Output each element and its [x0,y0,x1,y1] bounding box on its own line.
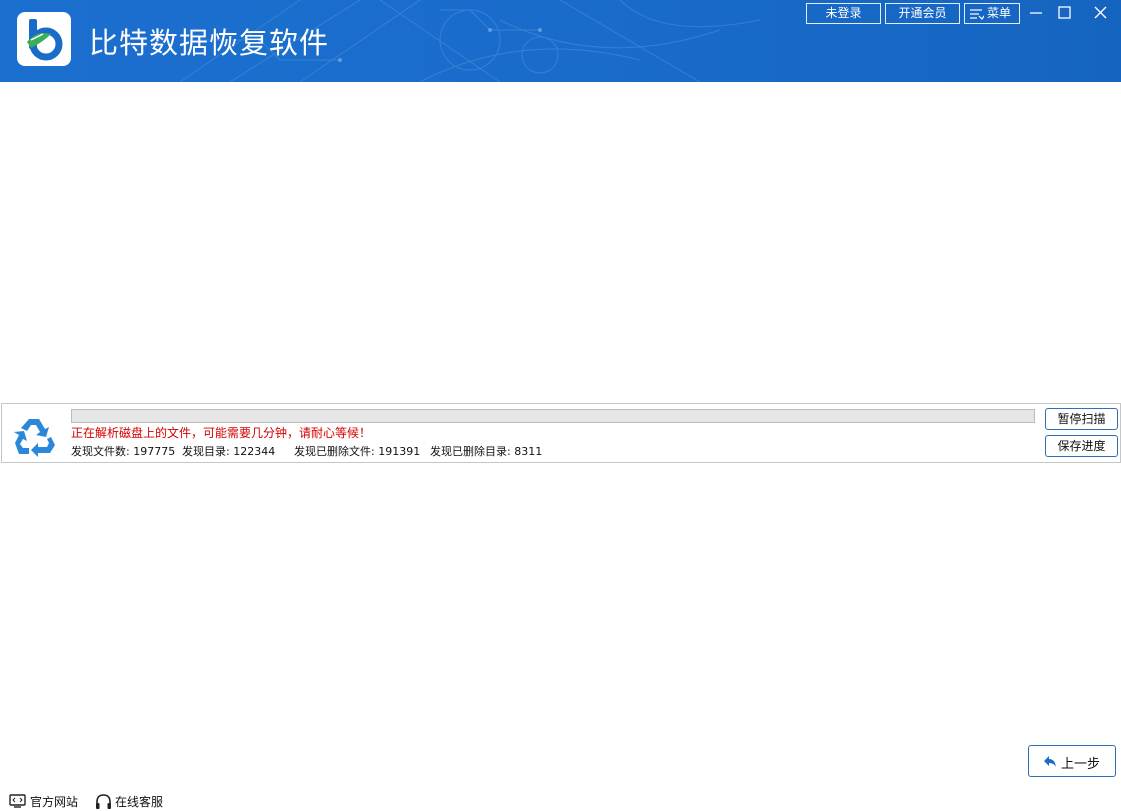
scan-progress-bar [71,409,1035,423]
menu-label: 菜单 [987,6,1012,20]
minimize-icon[interactable] [1025,2,1047,24]
back-button[interactable]: 上一步 [1028,745,1116,777]
app-title: 比特数据恢复软件 [89,26,330,60]
app-logo [17,12,71,66]
support-label: 在线客服 [115,795,164,809]
website-label: 官方网站 [30,795,79,809]
headset-icon [96,794,111,809]
login-button[interactable]: 未登录 [806,3,881,24]
stat-deleted-dirs: 发现已删除目录: 8311 [430,445,543,458]
menu-icon [970,9,984,20]
close-icon[interactable] [1089,2,1111,24]
back-label: 上一步 [1061,757,1101,772]
vip-button[interactable]: 开通会员 [885,3,960,24]
official-website-link[interactable]: 官方网站 [9,792,84,811]
maximize-icon[interactable] [1053,2,1075,24]
app-window: 比特数据恢复软件 未登录 开通会员 菜单 正在解析磁盘上的文件，可能需要几分钟，… [0,0,1121,811]
recycle-icon [14,419,55,457]
pause-scan-button[interactable]: 暂停扫描 [1045,408,1118,430]
online-support-link[interactable]: 在线客服 [95,792,170,811]
save-progress-button[interactable]: 保存进度 [1045,435,1118,457]
logo-icon [27,19,63,61]
stat-deleted-files: 发现已删除文件: 191391 [294,445,421,458]
menu-button[interactable]: 菜单 [964,3,1020,24]
stat-dirs-found: 发现目录: 122344 [182,445,276,458]
scan-status-text: 正在解析磁盘上的文件，可能需要几分钟，请耐心等候！ [71,426,372,440]
scan-panel: 正在解析磁盘上的文件，可能需要几分钟，请耐心等候！ 发现文件数: 197775 … [1,403,1121,463]
back-arrow-icon [1044,756,1056,767]
title-bar: 比特数据恢复软件 未登录 开通会员 菜单 [0,0,1121,82]
website-icon [9,794,26,808]
stat-files-found: 发现文件数: 197775 [71,445,176,458]
